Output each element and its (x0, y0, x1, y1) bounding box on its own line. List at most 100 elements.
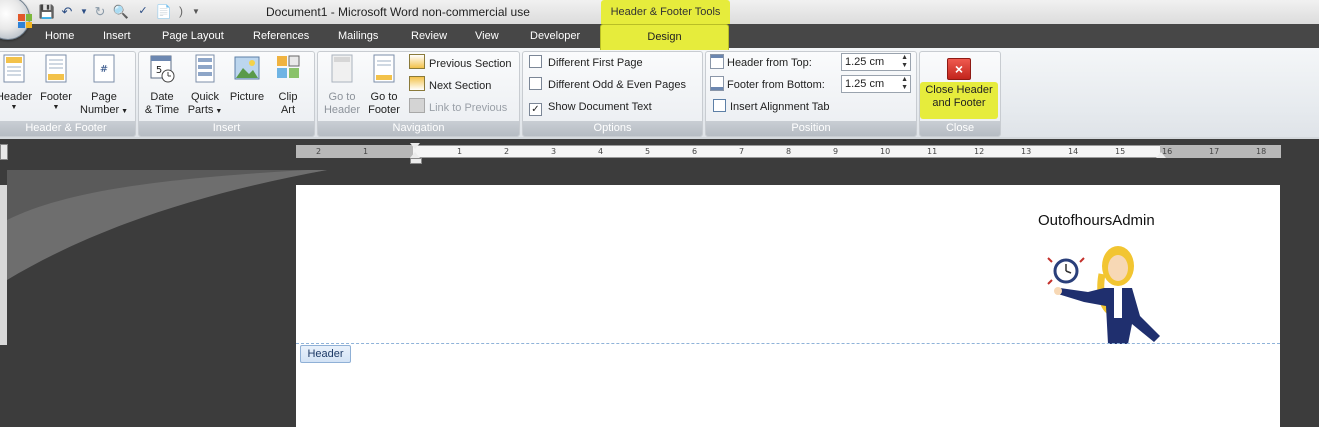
previous-section-button[interactable]: Previous Section (409, 54, 512, 72)
quick-parts-icon (195, 54, 215, 83)
print-preview-icon[interactable]: 🔍 (112, 3, 130, 20)
go-to-footer-label-1: Go to (370, 91, 398, 103)
previous-section-icon (409, 54, 425, 69)
spin-arrows-icon[interactable]: ▲ ▼ (901, 76, 908, 92)
tab-insert[interactable]: Insert (103, 24, 131, 48)
ruler-tick-label: 3 (551, 147, 557, 156)
close-icon: × (947, 58, 971, 80)
checkbox-unchecked-icon (529, 77, 542, 90)
footer-from-bottom-label-row: Footer from Bottom: (710, 76, 825, 94)
insert-alignment-tab-button[interactable]: Insert Alignment Tab (713, 98, 829, 116)
previous-section-label: Previous Section (429, 58, 512, 70)
clip-art-icon (277, 55, 300, 78)
header-text[interactable]: OutofhoursAdmin (1038, 212, 1155, 229)
vertical-ruler (0, 185, 7, 345)
clip-art-label-1: Clip (278, 91, 298, 103)
page-number-label-2: Number (80, 104, 120, 116)
ruler-tick-label: 14 (1068, 147, 1079, 156)
undo-icon[interactable]: ↶ (58, 3, 76, 20)
show-document-text-checkbox[interactable]: ✓ Show Document Text (529, 98, 652, 116)
ruler-tick-label: 11 (927, 147, 938, 156)
picture-label: Picture (229, 91, 265, 103)
footer-from-bottom-value: 1.25 cm (845, 78, 885, 90)
link-to-previous-button[interactable]: Link to Previous (409, 98, 507, 116)
header-icon (3, 54, 25, 83)
svg-text:#: # (100, 64, 108, 75)
ruler-tick-label: 13 (1021, 147, 1032, 156)
chevron-down-icon: ▼ (119, 108, 128, 115)
quick-parts-label-1: Quick (190, 91, 220, 103)
checkbox-checked-icon: ✓ (529, 103, 542, 116)
header-button[interactable]: Header ▼ (0, 54, 34, 111)
save-icon[interactable]: 💾 (38, 3, 56, 20)
different-odd-even-label: Different Odd & Even Pages (548, 79, 686, 91)
quick-parts-button[interactable]: Quick Parts ▼ (185, 54, 225, 118)
ruler-tick-label: 8 (786, 147, 792, 156)
header-button-label: Header (0, 91, 33, 103)
ruler-tick-label: 7 (739, 147, 745, 156)
customize-qat-icon[interactable]: ▼ (187, 3, 205, 20)
ruler-tick-label: 4 (598, 147, 604, 156)
go-to-header-icon (331, 54, 353, 83)
tab-references[interactable]: References (253, 24, 309, 48)
alignment-tab-icon (713, 99, 726, 112)
footer-button[interactable]: Footer ▼ (36, 54, 76, 111)
link-to-previous-icon (409, 98, 425, 113)
close-label-2: and Footer (932, 97, 986, 109)
footer-button-label: Footer (40, 91, 72, 103)
right-indent-marker[interactable] (1156, 152, 1166, 158)
group-label: Close (920, 121, 1000, 136)
tab-design[interactable]: Design (600, 24, 729, 50)
left-indent-marker[interactable] (410, 158, 422, 164)
chevron-down-icon: ▼ (10, 104, 18, 111)
tab-view[interactable]: View (475, 24, 499, 48)
spelling-icon[interactable]: ✓ (134, 3, 152, 20)
clip-art-label-2: Art (280, 104, 296, 116)
tab-developer[interactable]: Developer (530, 24, 580, 48)
picture-button[interactable]: Picture (228, 54, 266, 104)
tab-page-layout[interactable]: Page Layout (162, 24, 224, 48)
page-number-button[interactable]: # Page Number ▼ (78, 54, 130, 118)
group-label: Position (706, 121, 916, 136)
header-from-top-value: 1.25 cm (845, 56, 885, 68)
redo-icon[interactable]: ↻ (91, 3, 109, 20)
different-odd-even-checkbox[interactable]: Different Odd & Even Pages (529, 76, 686, 94)
new-document-icon[interactable]: 📄 (155, 3, 173, 20)
group-label: Insert (139, 121, 314, 136)
clip-art-button[interactable]: Clip Art (272, 54, 304, 117)
tab-mailings[interactable]: Mailings (338, 24, 378, 48)
footer-icon (45, 54, 67, 83)
ruler-tick-label: 1 (457, 147, 463, 156)
ruler-tick-label: 6 (692, 147, 698, 156)
go-to-header-button[interactable]: Go to Header (321, 54, 363, 117)
go-to-footer-button[interactable]: Go to Footer (363, 54, 405, 117)
quick-parts-label-2: Parts (187, 104, 214, 116)
tab-review[interactable]: Review (411, 24, 447, 48)
calendar-clock-icon: 5 (150, 55, 175, 83)
date-time-button[interactable]: 5 Date & Time (143, 54, 181, 117)
go-to-footer-icon (373, 54, 395, 83)
tab-home[interactable]: Home (45, 24, 74, 48)
header-clipart-woman-clock[interactable] (1044, 244, 1164, 344)
group-label: Header & Footer (0, 121, 135, 136)
next-section-button[interactable]: Next Section (409, 76, 491, 94)
header-from-top-spinner[interactable]: 1.25 cm ▲ ▼ (841, 53, 911, 71)
window-title: Document1 - Microsoft Word non-commercia… (266, 5, 530, 19)
chevron-down-icon: ▼ (213, 108, 223, 115)
link-to-previous-label: Link to Previous (429, 102, 508, 114)
different-first-page-checkbox[interactable]: Different First Page (529, 54, 643, 72)
spin-arrows-icon[interactable]: ▲ ▼ (901, 54, 908, 70)
group-label: Options (523, 121, 702, 136)
footer-from-bottom-label: Footer from Bottom: (727, 79, 825, 91)
footer-from-bottom-spinner[interactable]: 1.25 cm ▲ ▼ (841, 75, 911, 93)
first-line-indent-marker[interactable] (410, 143, 420, 149)
svg-text:5: 5 (156, 65, 162, 76)
date-time-label-2: & Time (144, 104, 180, 116)
page-number-label-1: Page (91, 91, 117, 103)
go-to-header-label-1: Go to (328, 91, 356, 103)
next-section-icon (409, 76, 425, 91)
close-header-footer-button[interactable]: × Close Header and Footer (920, 58, 998, 110)
show-document-text-label: Show Document Text (548, 101, 652, 113)
header-boundary-line (296, 343, 1280, 344)
chevron-down-icon: ▼ (52, 104, 60, 111)
